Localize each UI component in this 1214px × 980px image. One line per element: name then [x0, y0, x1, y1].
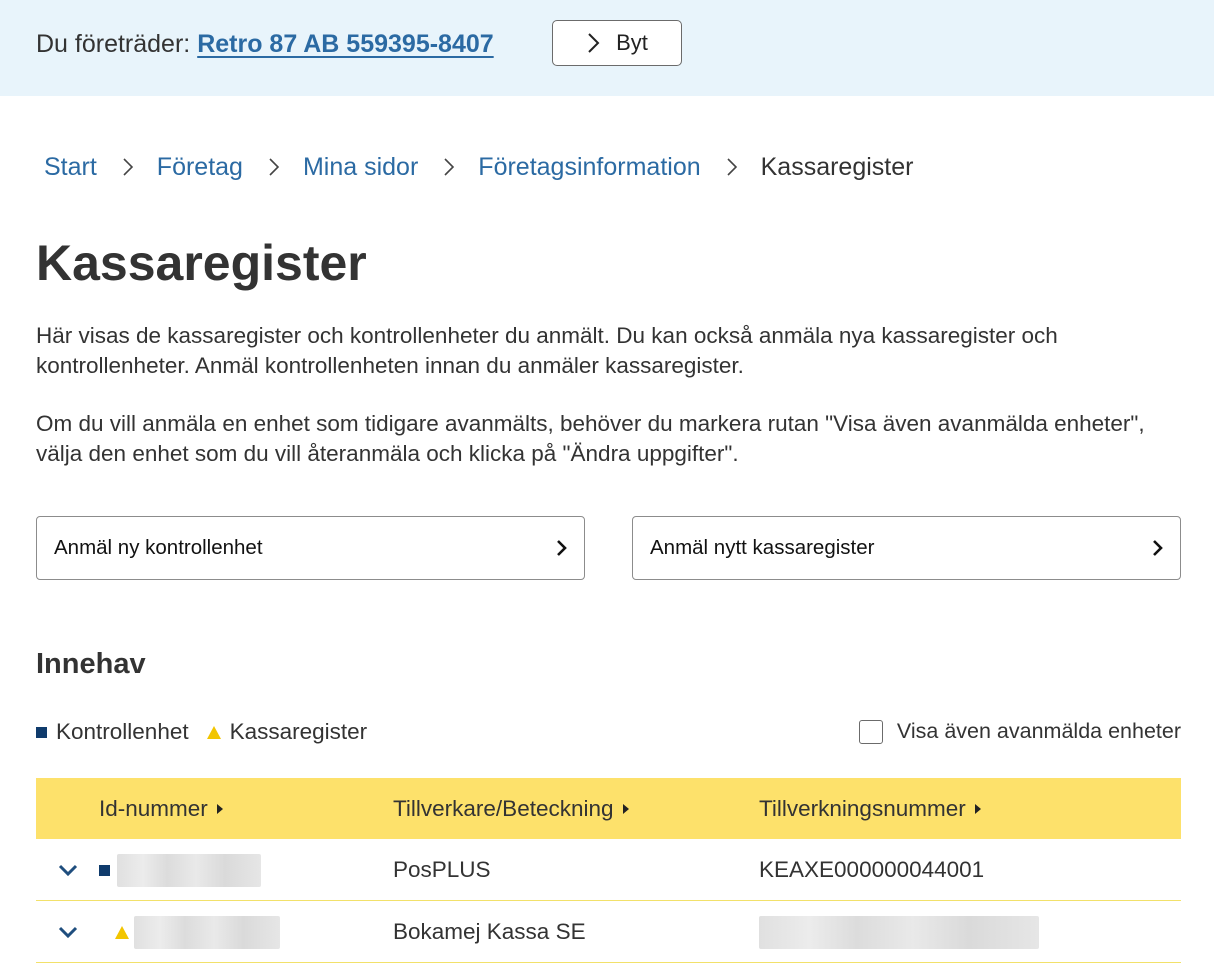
breadcrumb-current: Kassaregister — [760, 152, 914, 181]
column-header-label: Tillverkare/Beteckning — [393, 795, 614, 821]
legend-cash-register: Kassaregister — [229, 719, 368, 744]
redacted-id — [134, 915, 280, 949]
breadcrumb-start[interactable]: Start — [44, 153, 97, 182]
serial-number-cell: KEAXE000000044001 — [759, 857, 985, 882]
representative-label: Du företräder: — [36, 30, 191, 58]
redacted-id — [117, 853, 261, 887]
chevron-right-icon — [588, 33, 600, 53]
column-header-label: Tillverkningsnummer — [759, 795, 966, 821]
id-number-cell — [134, 901, 280, 963]
holdings-title: Innehav — [36, 648, 146, 680]
cash-register-triangle-icon — [115, 925, 129, 939]
reregister-instructions: Om du vill anmäla en enhet som tidigare … — [36, 411, 1145, 466]
sort-caret-icon — [974, 803, 981, 814]
table-header: Id-nummer Tillverkare/Beteckning Tillver… — [36, 778, 1181, 839]
switch-company-button[interactable]: Byt — [552, 20, 682, 66]
breadcrumb-mina-sidor[interactable]: Mina sidor — [303, 153, 418, 182]
show-deregistered-checkbox[interactable] — [858, 719, 883, 744]
show-deregistered-label: Visa även avanmälda enheter — [896, 719, 1181, 743]
breadcrumb-separator-icon — [123, 158, 133, 176]
new-cash-register-label: Anmäl nytt kassaregister — [650, 536, 875, 559]
redacted-serial — [759, 915, 1039, 949]
new-control-unit-button[interactable]: Anmäl ny kontrollenhet — [36, 516, 585, 580]
expand-row-button[interactable] — [58, 839, 80, 901]
switch-company-label: Byt — [616, 30, 648, 55]
chevron-down-icon — [58, 864, 78, 876]
breadcrumb-separator-icon — [269, 158, 280, 176]
representative-text: Du företräder: Retro 87 AB 559395-8407 — [36, 30, 494, 59]
breadcrumb-foretag[interactable]: Företag — [157, 153, 243, 182]
chevron-down-icon — [58, 926, 78, 938]
table-row[interactable]: Bokamej Kassa SE — [36, 901, 1181, 963]
chevron-right-icon — [557, 540, 567, 556]
serial-number-cell — [759, 901, 1039, 963]
expand-row-button[interactable] — [58, 901, 80, 963]
new-control-unit-label: Anmäl ny kontrollenhet — [54, 536, 263, 559]
table-row[interactable]: PosPLUS KEAXE000000044001 — [36, 839, 1181, 901]
manufacturer-cell: PosPLUS — [393, 857, 491, 882]
breadcrumb-foretagsinformation[interactable]: Företagsinformation — [478, 153, 700, 182]
breadcrumb-separator-icon — [727, 158, 737, 176]
representative-bar: Du företräder: Retro 87 AB 559395-8407 B… — [0, 0, 1214, 96]
manufacturer-cell: Bokamej Kassa SE — [393, 919, 586, 944]
column-header-id[interactable]: Id-nummer — [99, 778, 223, 839]
legend-control-unit: Kontrollenhet — [56, 719, 189, 744]
page-title: Kassaregister — [36, 235, 367, 291]
holdings-table: Id-nummer Tillverkare/Beteckning Tillver… — [36, 778, 1181, 963]
holdings-legend: Kontrollenhet Kassaregister — [36, 719, 367, 745]
control-unit-square-icon — [99, 864, 110, 876]
sort-caret-icon — [216, 803, 223, 814]
breadcrumb: Start Företag Mina sidor Företagsinforma… — [44, 150, 913, 184]
column-header-label: Id-nummer — [99, 795, 208, 821]
sort-caret-icon — [622, 803, 629, 814]
id-number-cell — [117, 839, 261, 901]
cash-register-triangle-icon — [206, 725, 221, 739]
chevron-right-icon — [1153, 540, 1163, 556]
intro-paragraph: Här visas de kassaregister och kontrolle… — [36, 323, 1058, 378]
row-type-marker — [99, 839, 110, 901]
control-unit-square-icon — [36, 726, 47, 738]
row-type-marker — [115, 901, 129, 963]
new-cash-register-button[interactable]: Anmäl nytt kassaregister — [632, 516, 1181, 580]
column-header-serial[interactable]: Tillverkningsnummer — [759, 778, 981, 839]
column-header-manufacturer[interactable]: Tillverkare/Beteckning — [393, 778, 629, 839]
show-deregistered-toggle[interactable]: Visa även avanmälda enheter — [858, 719, 1181, 744]
breadcrumb-separator-icon — [444, 158, 455, 176]
representative-company-link[interactable]: Retro 87 AB 559395-8407 — [197, 30, 493, 58]
